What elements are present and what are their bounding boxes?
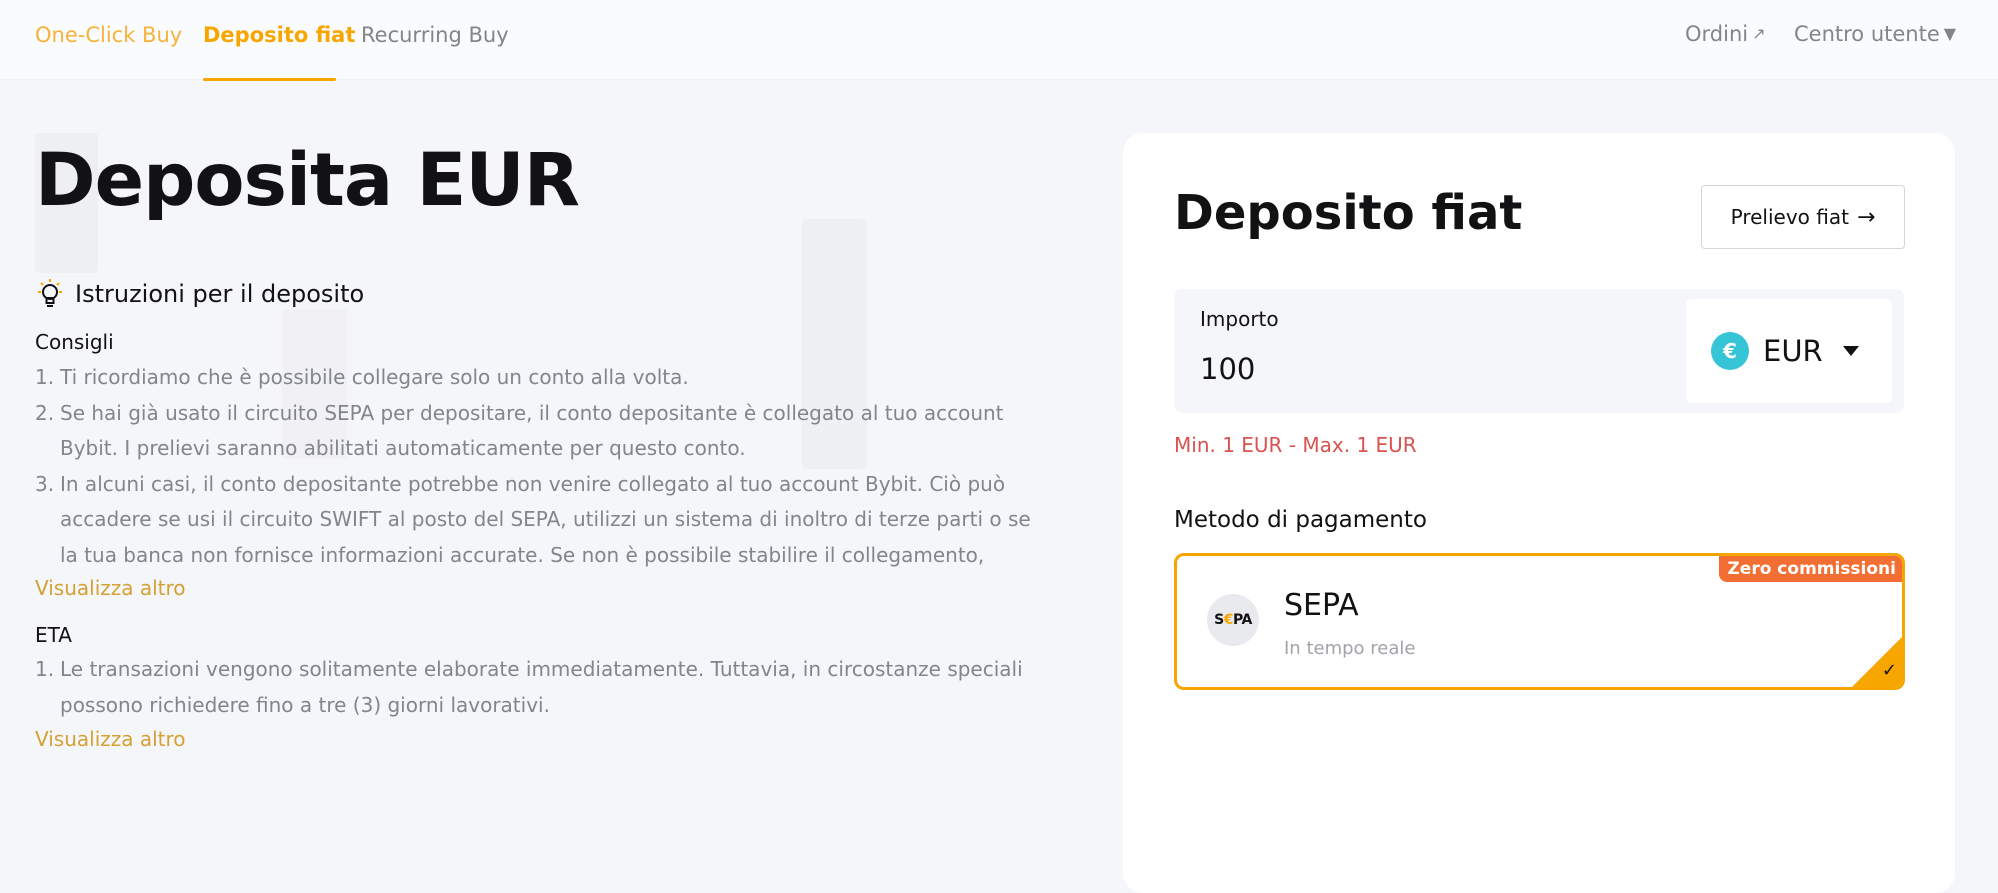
user-center-menu[interactable]: Centro utente ▼ xyxy=(1794,22,1956,46)
user-center-label: Centro utente xyxy=(1794,22,1940,46)
amount-field: Importo € EUR xyxy=(1174,289,1904,413)
show-more-tips-link[interactable]: Visualizza altro xyxy=(35,576,186,600)
list-item-number: 2. xyxy=(35,400,55,425)
payment-method-name: SEPA xyxy=(1284,588,1359,623)
eta-label: ETA xyxy=(35,623,72,647)
deposit-card: Deposito fiat Prelievo fiat → Importo € … xyxy=(1123,133,1955,893)
external-arrow-icon: ↗ xyxy=(1752,24,1766,43)
list-item-text: In alcuni casi, il conto depositante pot… xyxy=(60,471,1031,567)
show-more-eta-link[interactable]: Visualizza altro xyxy=(35,727,186,751)
arrow-right-icon: → xyxy=(1856,204,1876,230)
withdraw-fiat-label: Prelievo fiat xyxy=(1730,205,1849,229)
caret-down-icon xyxy=(1842,346,1859,356)
payment-option-sepa[interactable]: Zero commissioni S € PA SEPA In tempo real… xyxy=(1174,553,1905,690)
amount-limits: Min. 1 EUR - Max. 1 EUR xyxy=(1174,433,1417,457)
sepa-logo: S € PA xyxy=(1207,594,1259,646)
list-item: 3. In alcuni casi, il conto depositante … xyxy=(35,467,1035,574)
currency-select[interactable]: € EUR xyxy=(1686,299,1892,403)
payment-method-label: Metodo di pagamento xyxy=(1174,507,1427,533)
list-item-number: 1. xyxy=(35,365,55,389)
orders-link[interactable]: Ordini ↗ xyxy=(1685,22,1766,46)
list-item-text: Se hai già usato il circuito SEPA per de… xyxy=(60,400,1004,461)
instructions-title: Istruzioni per il deposito xyxy=(75,280,365,308)
orders-label: Ordini xyxy=(1685,22,1749,46)
amount-label: Importo xyxy=(1200,307,1279,331)
zero-fee-badge: Zero commissioni xyxy=(1719,556,1902,582)
list-item-text: Ti ricordiamo che è possibile collegare … xyxy=(60,365,689,389)
tips-label: Consigli xyxy=(35,330,114,354)
lightbulb-icon xyxy=(38,279,62,307)
tips-list: 1. Ti ricordiamo che è possibile collega… xyxy=(35,360,1035,573)
tab-recurring-buy[interactable]: Recurring Buy xyxy=(361,22,509,48)
tab-one-click-buy[interactable]: One-Click Buy xyxy=(35,22,182,48)
eta-list: 1. Le transazioni vengono solitamente el… xyxy=(35,652,1035,723)
list-item-number: 3. xyxy=(35,471,55,496)
caret-down-icon: ▼ xyxy=(1943,24,1957,43)
withdraw-fiat-button[interactable]: Prelievo fiat → xyxy=(1701,185,1905,249)
list-item: 1. Ti ricordiamo che è possibile collega… xyxy=(35,360,1035,396)
currency-code: EUR xyxy=(1763,334,1823,368)
top-nav: One-Click Buy Deposito fiat Recurring Bu… xyxy=(0,0,1998,81)
card-title: Deposito fiat xyxy=(1174,185,1523,241)
amount-input[interactable] xyxy=(1200,347,1660,391)
active-tab-indicator xyxy=(203,78,336,81)
payment-method-subtitle: In tempo reale xyxy=(1284,638,1416,659)
tab-deposito-fiat[interactable]: Deposito fiat xyxy=(203,22,355,48)
list-item: 2. Se hai già usato il circuito SEPA per… xyxy=(35,396,1035,467)
list-item-number: 1. xyxy=(35,657,55,681)
page-title: Deposita EUR xyxy=(35,138,580,223)
list-item: 1. Le transazioni vengono solitamente el… xyxy=(35,652,1035,723)
checkmark-icon: ✓ xyxy=(1881,660,1897,681)
euro-coin-icon: € xyxy=(1711,332,1749,370)
list-item-text: Le transazioni vengono solitamente elabo… xyxy=(60,657,1023,717)
instructions-header: Istruzioni per il deposito xyxy=(35,277,364,311)
